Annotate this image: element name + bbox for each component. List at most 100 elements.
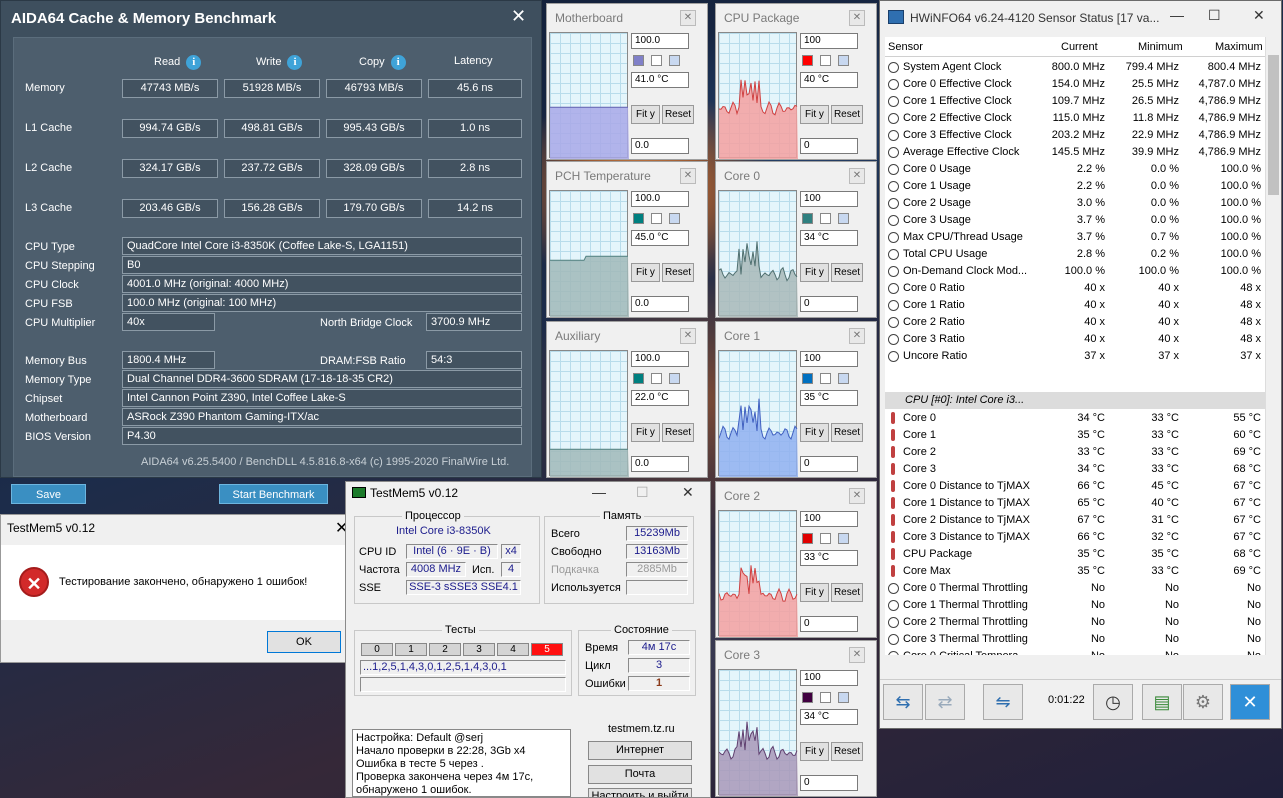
- graph-option-swatch[interactable]: [651, 213, 662, 224]
- graph-max-field[interactable]: 100.0: [631, 351, 689, 367]
- sensor-row[interactable]: Average Effective Clock 145.5 MHz 39.9 M…: [885, 144, 1265, 161]
- minimize-icon[interactable]: —: [1170, 7, 1184, 23]
- sensor-graph-close-icon[interactable]: ✕: [680, 168, 696, 184]
- settings-gear-icon[interactable]: ⚙: [1183, 684, 1223, 720]
- reset-button[interactable]: Reset: [831, 105, 863, 124]
- graph-color-swatch[interactable]: [802, 373, 813, 384]
- settings-exit-button[interactable]: Настроить и выйти: [588, 788, 692, 798]
- fit-y-button[interactable]: Fit y: [631, 263, 660, 282]
- testmem-close-icon[interactable]: ✕: [682, 484, 694, 501]
- graph-min-field[interactable]: 0.0: [631, 138, 689, 154]
- fit-y-button[interactable]: Fit y: [800, 583, 829, 602]
- sensor-row[interactable]: CPU Package 35 °C 35 °C 68 °C: [885, 546, 1265, 563]
- graph-min-field[interactable]: 0: [800, 616, 858, 632]
- col-minimum[interactable]: Minimum: [1138, 41, 1183, 53]
- reset-button[interactable]: Reset: [662, 263, 694, 282]
- graph-color-swatch[interactable]: [802, 692, 813, 703]
- sensor-row[interactable]: Max CPU/Thread Usage 3.7 % 0.7 % 100.0 %: [885, 229, 1265, 246]
- graph-option-swatch[interactable]: [838, 373, 849, 384]
- col-sensor[interactable]: Sensor: [888, 41, 923, 53]
- sensor-row[interactable]: Core 0 Effective Clock 154.0 MHz 25.5 MH…: [885, 76, 1265, 93]
- graph-option-swatch[interactable]: [669, 55, 680, 66]
- graph-option-swatch[interactable]: [820, 692, 831, 703]
- fit-y-button[interactable]: Fit y: [800, 105, 829, 124]
- sensor-row[interactable]: Core 3 34 °C 33 °C 68 °C: [885, 461, 1265, 478]
- graph-color-swatch[interactable]: [802, 55, 813, 66]
- graph-min-field[interactable]: 0: [800, 296, 858, 312]
- graph-min-field[interactable]: 0.0: [631, 296, 689, 312]
- graph-option-swatch[interactable]: [820, 373, 831, 384]
- graph-min-field[interactable]: 0: [800, 775, 858, 791]
- sensor-graph-close-icon[interactable]: ✕: [680, 328, 696, 344]
- graph-max-field[interactable]: 100: [800, 33, 858, 49]
- sensor-row[interactable]: Core 2 33 °C 33 °C 69 °C: [885, 444, 1265, 461]
- ok-button[interactable]: OK: [267, 631, 341, 653]
- sensor-row[interactable]: Core 2 Effective Clock 115.0 MHz 11.8 MH…: [885, 110, 1265, 127]
- minimize-icon[interactable]: —: [592, 484, 606, 500]
- sensor-row[interactable]: Core 2 Thermal Throttling No No No: [885, 614, 1265, 631]
- graph-color-swatch[interactable]: [633, 213, 644, 224]
- graph-max-field[interactable]: 100: [800, 191, 858, 207]
- sensor-row[interactable]: System Agent Clock 800.0 MHz 799.4 MHz 8…: [885, 59, 1265, 76]
- reset-button[interactable]: Reset: [831, 423, 863, 442]
- graph-min-field[interactable]: 0: [800, 138, 858, 154]
- sensor-row[interactable]: Core 2 Usage 3.0 % 0.0 % 100.0 %: [885, 195, 1265, 212]
- sensor-row[interactable]: Core 0 Ratio 40 x 40 x 48 x: [885, 280, 1265, 297]
- mail-button[interactable]: Почта: [588, 765, 692, 784]
- aida64-close-button[interactable]: ✕: [511, 6, 526, 27]
- graph-max-field[interactable]: 100.0: [631, 191, 689, 207]
- sensor-row[interactable]: Core 0 Usage 2.2 % 0.0 % 100.0 %: [885, 161, 1265, 178]
- sensor-row[interactable]: Core 0 34 °C 33 °C 55 °C: [885, 410, 1265, 427]
- write-info-icon[interactable]: i: [287, 55, 303, 70]
- sensor-row[interactable]: Core 1 Ratio 40 x 40 x 48 x: [885, 297, 1265, 314]
- sensor-row[interactable]: Core 0 Thermal Throttling No No No: [885, 580, 1265, 597]
- graph-option-swatch[interactable]: [838, 213, 849, 224]
- graph-min-field[interactable]: 0.0: [631, 456, 689, 472]
- scrollbar-thumb[interactable]: [1268, 55, 1279, 195]
- fit-y-button[interactable]: Fit y: [800, 742, 829, 761]
- sensor-row[interactable]: Core 1 Thermal Throttling No No No: [885, 597, 1265, 614]
- graph-option-swatch[interactable]: [838, 533, 849, 544]
- sensor-graph-close-icon[interactable]: ✕: [849, 488, 865, 504]
- graph-max-field[interactable]: 100: [800, 351, 858, 367]
- sensor-row[interactable]: On-Demand Clock Mod... 100.0 % 100.0 % 1…: [885, 263, 1265, 280]
- graph-option-swatch[interactable]: [820, 55, 831, 66]
- sensor-graph-close-icon[interactable]: ✕: [849, 10, 865, 26]
- col-maximum[interactable]: Maximum: [1215, 41, 1263, 53]
- report-icon[interactable]: ▤: [1142, 684, 1182, 720]
- graph-max-field[interactable]: 100: [800, 511, 858, 527]
- network-icon[interactable]: ⇋: [983, 684, 1023, 720]
- graph-color-swatch[interactable]: [802, 213, 813, 224]
- reset-button[interactable]: Reset: [662, 423, 694, 442]
- read-info-icon[interactable]: i: [186, 55, 202, 70]
- reset-button[interactable]: Reset: [831, 583, 863, 602]
- start-benchmark-button[interactable]: Start Benchmark: [219, 484, 328, 504]
- graph-option-swatch[interactable]: [651, 373, 662, 384]
- sensor-row[interactable]: Core 1 Distance to TjMAX 65 °C 40 °C 67 …: [885, 495, 1265, 512]
- sensor-row[interactable]: Core 0 Distance to TjMAX 66 °C 45 °C 67 …: [885, 478, 1265, 495]
- sensor-row[interactable]: Core 1 35 °C 33 °C 60 °C: [885, 427, 1265, 444]
- sensor-graph-close-icon[interactable]: ✕: [849, 328, 865, 344]
- graph-color-swatch[interactable]: [633, 55, 644, 66]
- sensor-row[interactable]: Uncore Ratio 37 x 37 x 37 x: [885, 348, 1265, 365]
- sensor-row[interactable]: Core 0 Critical Tempera... No No No: [885, 648, 1265, 655]
- sensor-row[interactable]: Total CPU Usage 2.8 % 0.2 % 100.0 %: [885, 246, 1265, 263]
- graph-min-field[interactable]: 0: [800, 456, 858, 472]
- graph-option-swatch[interactable]: [651, 55, 662, 66]
- maximize-icon[interactable]: ☐: [1208, 7, 1221, 24]
- sensor-row[interactable]: Core 3 Usage 3.7 % 0.0 % 100.0 %: [885, 212, 1265, 229]
- sensor-graph-close-icon[interactable]: ✕: [849, 168, 865, 184]
- sensor-row[interactable]: Core Max 35 °C 33 °C 69 °C: [885, 563, 1265, 580]
- sensor-row[interactable]: Core 2 Ratio 40 x 40 x 48 x: [885, 314, 1265, 331]
- sensor-row[interactable]: Core 3 Distance to TjMAX 66 °C 32 °C 67 …: [885, 529, 1265, 546]
- sensor-row[interactable]: Core 1 Usage 2.2 % 0.0 % 100.0 %: [885, 178, 1265, 195]
- clock-icon[interactable]: ◷: [1093, 684, 1133, 720]
- graph-color-swatch[interactable]: [802, 533, 813, 544]
- sensor-graph-close-icon[interactable]: ✕: [680, 10, 696, 26]
- save-button[interactable]: Save: [11, 484, 86, 504]
- graph-option-swatch[interactable]: [838, 55, 849, 66]
- fit-y-button[interactable]: Fit y: [631, 423, 660, 442]
- col-current[interactable]: Current: [1061, 41, 1098, 53]
- graph-color-swatch[interactable]: [633, 373, 644, 384]
- sensor-row[interactable]: Core 3 Effective Clock 203.2 MHz 22.9 MH…: [885, 127, 1265, 144]
